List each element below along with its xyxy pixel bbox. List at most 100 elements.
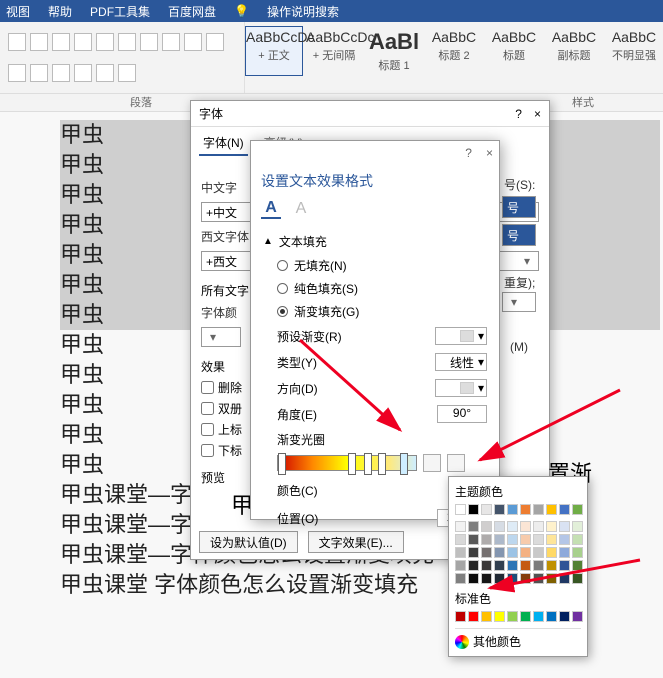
gradient-bar[interactable] <box>277 455 417 471</box>
color-swatch[interactable] <box>494 611 505 622</box>
style-item[interactable]: AaBl标题 1 <box>365 26 423 76</box>
style-item[interactable]: AaBbCcDc+ 无间隔 <box>305 26 363 76</box>
color-swatch[interactable] <box>455 573 466 584</box>
color-swatch[interactable] <box>533 521 544 532</box>
type-combo[interactable]: 线性▾ <box>435 353 487 371</box>
color-swatch[interactable] <box>468 534 479 545</box>
ribbon-icon[interactable] <box>206 33 224 51</box>
color-swatch[interactable] <box>520 611 531 622</box>
color-swatch[interactable] <box>546 560 557 571</box>
ribbon-icon[interactable] <box>30 64 48 82</box>
cb-dblstrike[interactable] <box>201 402 214 415</box>
color-swatch[interactable] <box>507 547 518 558</box>
color-swatch[interactable] <box>507 521 518 532</box>
color-swatch[interactable] <box>572 611 583 622</box>
color-swatch[interactable] <box>455 504 466 515</box>
color-swatch[interactable] <box>546 547 557 558</box>
ribbon-icon[interactable] <box>140 33 158 51</box>
color-swatch[interactable] <box>533 560 544 571</box>
color-swatch[interactable] <box>481 504 492 515</box>
cb-sub[interactable] <box>201 444 214 457</box>
color-swatch[interactable] <box>468 573 479 584</box>
color-swatch[interactable] <box>572 521 583 532</box>
color-swatch[interactable] <box>533 504 544 515</box>
angle-input[interactable]: 90° <box>437 405 487 423</box>
close-icon[interactable]: × <box>486 146 493 160</box>
color-swatch[interactable] <box>507 534 518 545</box>
color-swatch[interactable] <box>533 611 544 622</box>
color-swatch[interactable] <box>468 547 479 558</box>
color-swatch[interactable] <box>481 547 492 558</box>
ribbon-icon[interactable] <box>184 33 202 51</box>
style-item[interactable]: AaBbC不明显强 <box>605 26 663 76</box>
color-swatch[interactable] <box>572 504 583 515</box>
color-swatch[interactable] <box>494 504 505 515</box>
color-swatch[interactable] <box>481 560 492 571</box>
text-fill-section[interactable]: ▲ 文本填充 <box>263 229 487 254</box>
color-swatch[interactable] <box>481 534 492 545</box>
color-swatch[interactable] <box>572 573 583 584</box>
style-item[interactable]: AaBbCcDc+ 正文 <box>245 26 303 76</box>
color-swatch[interactable] <box>507 611 518 622</box>
help-icon[interactable]: ? <box>465 146 472 160</box>
color-swatch[interactable] <box>572 547 583 558</box>
color-swatch[interactable] <box>559 521 570 532</box>
ribbon-icon[interactable] <box>74 64 92 82</box>
menu-view[interactable]: 视图 <box>6 3 30 20</box>
color-swatch[interactable] <box>572 560 583 571</box>
color-swatch[interactable] <box>455 547 466 558</box>
close-icon[interactable]: × <box>534 107 541 121</box>
menu-baidunetdisk[interactable]: 百度网盘 <box>168 3 216 20</box>
color-swatch[interactable] <box>520 534 531 545</box>
menu-help[interactable]: 帮助 <box>48 3 72 20</box>
preset-combo[interactable]: ▾ <box>435 327 487 345</box>
color-swatch[interactable] <box>494 560 505 571</box>
repeat-combo[interactable]: ▾ <box>502 292 536 312</box>
color-swatch[interactable] <box>507 573 518 584</box>
fill-gradient-radio[interactable]: 渐变填充(G) <box>263 300 487 323</box>
color-swatch[interactable] <box>546 504 557 515</box>
ribbon-icon[interactable] <box>96 33 114 51</box>
color-swatch[interactable] <box>520 573 531 584</box>
color-swatch[interactable] <box>481 611 492 622</box>
color-swatch[interactable] <box>481 573 492 584</box>
color-swatch[interactable] <box>572 534 583 545</box>
font-color-combo[interactable]: ▾ <box>201 327 241 347</box>
ribbon-icon[interactable] <box>74 33 92 51</box>
menu-pdftools[interactable]: PDF工具集 <box>90 3 150 20</box>
color-swatch[interactable] <box>481 521 492 532</box>
color-swatch[interactable] <box>494 547 505 558</box>
color-swatch[interactable] <box>468 521 479 532</box>
ribbon-icon[interactable] <box>96 64 114 82</box>
color-swatch[interactable] <box>520 560 531 571</box>
remove-stop-button[interactable] <box>447 454 465 472</box>
color-swatch[interactable] <box>468 611 479 622</box>
color-swatch[interactable] <box>494 534 505 545</box>
color-swatch[interactable] <box>546 611 557 622</box>
cb-super[interactable] <box>201 423 214 436</box>
color-swatch[interactable] <box>494 573 505 584</box>
style-item[interactable]: AaBbC副标题 <box>545 26 603 76</box>
color-swatch[interactable] <box>559 534 570 545</box>
tell-me-search[interactable]: 操作说明搜索 <box>267 3 339 20</box>
color-swatch[interactable] <box>468 504 479 515</box>
more-colors-row[interactable]: 其他颜色 <box>455 628 581 650</box>
direction-combo[interactable]: ▾ <box>435 379 487 397</box>
size-combo[interactable]: 号 <box>502 196 536 218</box>
color-swatch[interactable] <box>507 560 518 571</box>
color-swatch[interactable] <box>520 504 531 515</box>
ribbon-icon[interactable] <box>30 33 48 51</box>
color-swatch[interactable] <box>520 521 531 532</box>
color-swatch[interactable] <box>507 504 518 515</box>
ribbon-icon[interactable] <box>162 33 180 51</box>
fill-none-radio[interactable]: 无填充(N) <box>263 254 487 277</box>
ribbon-icon[interactable] <box>8 64 26 82</box>
color-swatch[interactable] <box>559 573 570 584</box>
color-swatch[interactable] <box>546 534 557 545</box>
fill-solid-radio[interactable]: 纯色填充(S) <box>263 277 487 300</box>
ribbon-icon[interactable] <box>52 64 70 82</box>
color-swatch[interactable] <box>455 534 466 545</box>
add-stop-button[interactable] <box>423 454 441 472</box>
ribbon-icon[interactable] <box>8 33 26 51</box>
color-swatch[interactable] <box>559 547 570 558</box>
